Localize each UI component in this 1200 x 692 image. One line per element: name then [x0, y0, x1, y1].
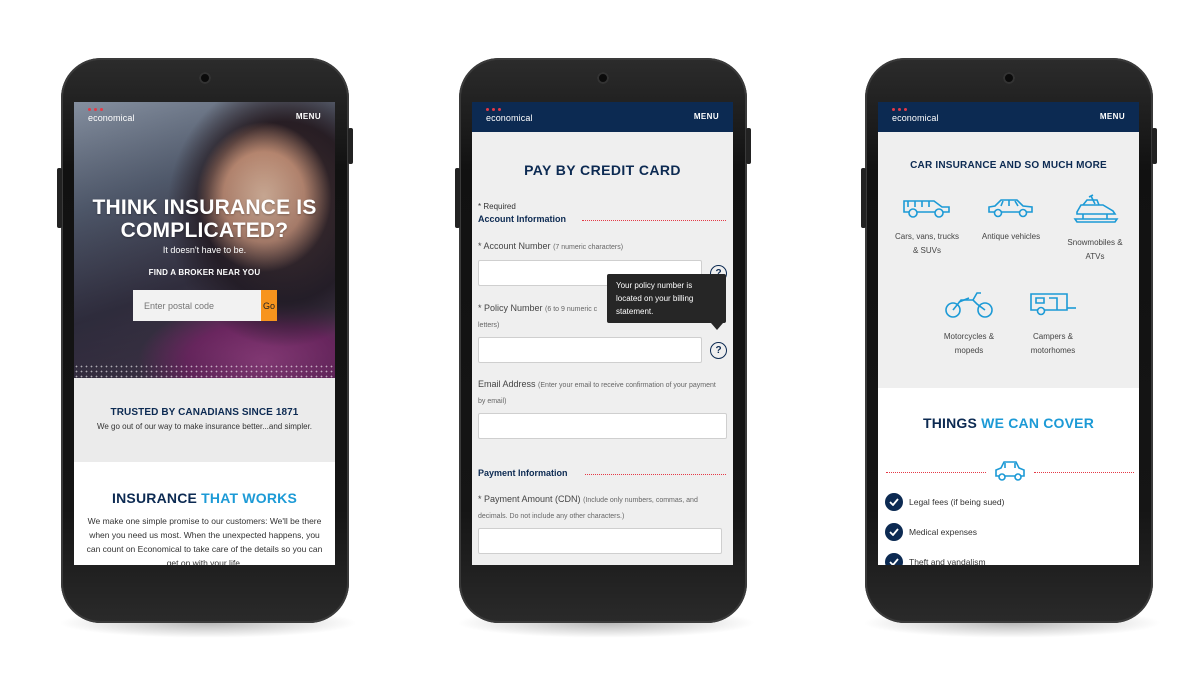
camera: [597, 72, 609, 84]
help-icon[interactable]: ?: [710, 342, 727, 359]
section-divider: [1034, 472, 1134, 473]
camper-icon: [1030, 293, 1076, 316]
payment-section-title: Payment Information: [478, 468, 568, 478]
vehicle-item[interactable]: Motorcycles & mopeds: [928, 288, 1010, 358]
amount-input[interactable]: [478, 528, 722, 554]
logo[interactable]: economical: [892, 108, 939, 123]
hero-title: THINK INSURANCE IS COMPLICATED?: [92, 196, 317, 242]
policy-number-input[interactable]: [478, 337, 702, 363]
section-title: CAR INSURANCE AND SO MUCH MORE: [910, 160, 1107, 171]
check-icon: [885, 493, 903, 511]
required-note: * Required: [478, 202, 516, 211]
trusted-section: TRUSTED BY CANADIANS SINCE 1871 We go ou…: [74, 378, 335, 462]
page-title: PAY BY CREDIT CARD: [524, 162, 681, 178]
power-button: [746, 128, 751, 164]
cover-title: THINGS WE CAN COVER: [922, 415, 1095, 431]
works-text: We make one simple promise to our custom…: [86, 516, 323, 565]
trusted-text: We go out of our way to make insurance b…: [96, 422, 313, 431]
trusted-title: TRUSTED BY CANADIANS SINCE 1871: [110, 407, 299, 418]
motorcycle-icon: [945, 292, 993, 318]
logo[interactable]: economical: [88, 108, 135, 123]
account-number-label: * Account Number (7 numeric characters): [478, 241, 624, 251]
account-section-title: Account Information: [478, 214, 566, 224]
menu-button[interactable]: MENU: [296, 112, 321, 121]
vehicle-item[interactable]: Antique vehicles: [970, 194, 1052, 244]
navbar: economical MENU: [472, 102, 733, 132]
volume-button: [57, 168, 62, 228]
postal-search: Go: [133, 290, 277, 321]
volume-button: [455, 168, 460, 228]
power-button: [1152, 128, 1157, 164]
snowmobile-icon: [1073, 194, 1119, 223]
email-input[interactable]: [478, 413, 727, 439]
go-button[interactable]: Go: [261, 290, 277, 321]
phone-home: THINK INSURANCE IS COMPLICATED? It doesn'…: [57, 58, 353, 623]
antique-car-icon: [988, 199, 1033, 218]
camera: [1003, 72, 1015, 84]
vehicle-item[interactable]: Snowmobiles & ATVs: [1054, 194, 1136, 264]
suv-icon: [903, 200, 950, 218]
works-title: INSURANCE THAT WORKS: [112, 490, 297, 506]
camera: [199, 72, 211, 84]
phone-payment: economical MENU PAY BY CREDIT CARD * Req…: [455, 58, 751, 623]
coverage-item: Medical expenses: [885, 523, 977, 541]
menu-button[interactable]: MENU: [694, 112, 719, 121]
coverage-item: Theft and vandalism: [885, 553, 986, 565]
works-section: INSURANCE THAT WORKS We make one simple …: [74, 462, 335, 565]
navbar: economical MENU: [74, 102, 335, 132]
phone-coverage: economical MENU CAR INSURANCE AND SO MUC…: [861, 58, 1157, 623]
email-label: Email Address (Enter your email to recei…: [478, 379, 716, 405]
payment-screen: economical MENU PAY BY CREDIT CARD * Req…: [472, 102, 733, 565]
menu-button[interactable]: MENU: [1100, 112, 1125, 121]
navbar: economical MENU: [878, 102, 1139, 132]
dot-pattern: [74, 364, 335, 378]
hero-image: THINK INSURANCE IS COMPLICATED? It doesn'…: [74, 102, 335, 378]
power-button: [348, 128, 353, 164]
hero-subtitle: It doesn't have to be.: [162, 245, 247, 255]
coverage-screen: economical MENU CAR INSURANCE AND SO MUC…: [878, 102, 1139, 565]
check-icon: [885, 523, 903, 541]
home-screen: THINK INSURANCE IS COMPLICATED? It doesn'…: [74, 102, 335, 565]
logo[interactable]: economical: [486, 108, 533, 123]
section-divider: [585, 474, 726, 475]
vehicle-item[interactable]: Cars, vans, trucks & SUVs: [886, 194, 968, 258]
car-icon: [995, 461, 1025, 481]
section-divider: [886, 472, 986, 473]
postal-code-input[interactable]: [133, 290, 261, 321]
vehicle-item[interactable]: Campers & motorhomes: [1012, 288, 1094, 358]
check-icon: [885, 553, 903, 565]
amount-label: * Payment Amount (CDN) (Include only num…: [478, 494, 698, 520]
policy-number-label: * Policy Number (6 to 9 numeric c letters…: [478, 303, 598, 329]
policy-tooltip: Your policy number is located on your bi…: [607, 274, 726, 330]
section-divider: [582, 220, 726, 221]
coverage-item: Legal fees (if being sued): [885, 493, 1004, 511]
volume-button: [861, 168, 866, 228]
showcase: THINK INSURANCE IS COMPLICATED? It doesn'…: [0, 0, 1200, 692]
find-broker-label: FIND A BROKER NEAR YOU: [148, 268, 261, 277]
